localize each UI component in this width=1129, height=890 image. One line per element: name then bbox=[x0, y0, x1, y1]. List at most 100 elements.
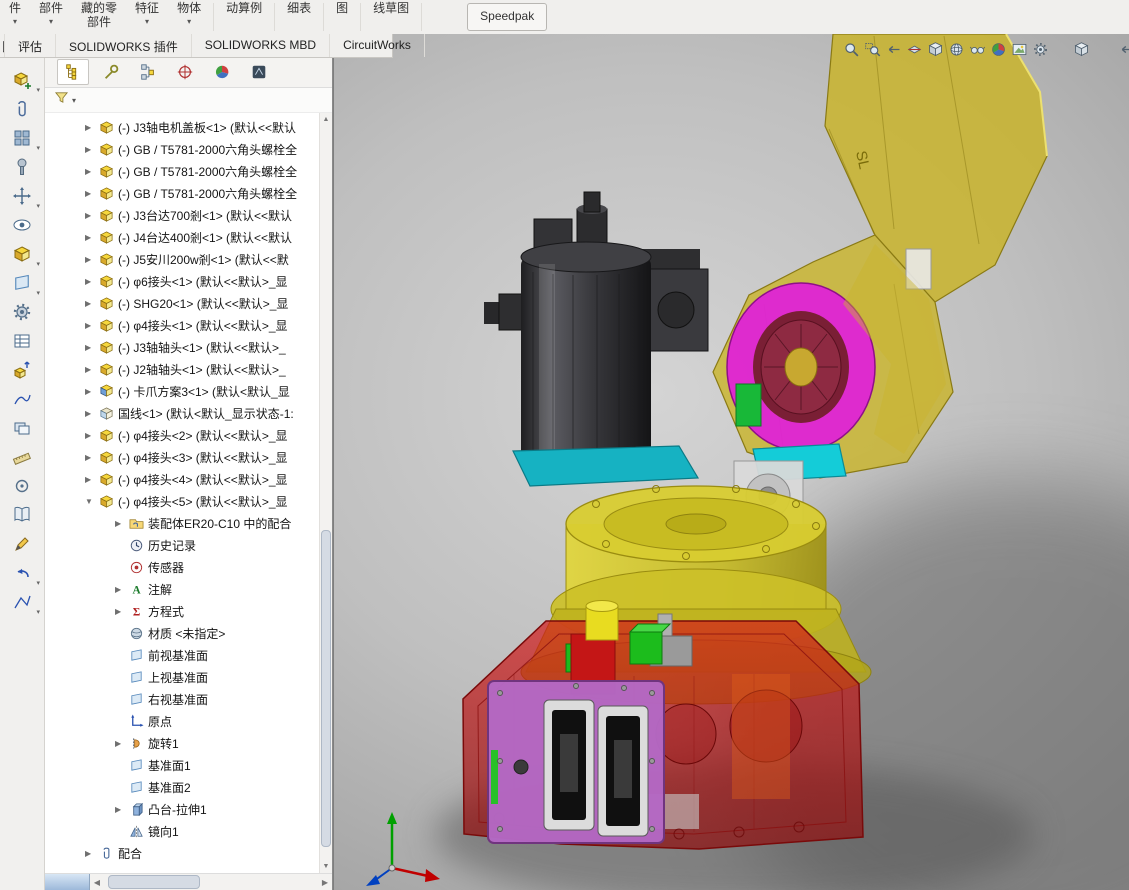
tree-item[interactable]: ▶ 国线<1> (默认<默认_显示状态-1: bbox=[45, 402, 320, 424]
tree-item[interactable]: ▶ (-) J2轴轴头<1> (默认<<默认>_ bbox=[45, 358, 320, 380]
tree-item[interactable]: ▶材质 <未指定> bbox=[45, 622, 320, 644]
expand-arrow-icon[interactable]: ▶ bbox=[85, 189, 98, 198]
configurationmanager-tab[interactable] bbox=[133, 60, 163, 84]
tree-item[interactable]: ▶ 凸台-拉伸1 bbox=[45, 798, 320, 820]
move-component-icon[interactable]: ▾ bbox=[4, 183, 40, 210]
expand-arrow-icon[interactable]: ▶ bbox=[85, 387, 98, 396]
tree-item[interactable]: ▶ 装配体ER20-C10 中的配合 bbox=[45, 512, 320, 534]
tree-item[interactable]: ▶ (-) SHG20<1> (默认<<默认>_显 bbox=[45, 292, 320, 314]
view-orientation-icon[interactable] bbox=[926, 40, 944, 58]
tree-item[interactable]: ▶ 配合 bbox=[45, 842, 320, 864]
scroll-thumb[interactable] bbox=[108, 875, 201, 889]
ribbon-item-4[interactable]: 特征 ▾ bbox=[126, 0, 168, 34]
expand-arrow-icon[interactable]: ▶ bbox=[85, 277, 98, 286]
expand-arrow-icon[interactable]: ▶ bbox=[85, 475, 98, 484]
insert-component-icon[interactable]: ▾ bbox=[4, 67, 40, 94]
tab-4[interactable]: SOLIDWORKS MBD bbox=[192, 34, 331, 57]
bill-of-materials-icon[interactable] bbox=[4, 328, 40, 354]
expand-arrow-icon[interactable]: ▶ bbox=[85, 255, 98, 264]
ribbon-item-6[interactable]: 动算例 bbox=[217, 0, 271, 34]
tree-item[interactable]: ▶ (-) J4台达400剎<1> (默认<<默认 bbox=[45, 226, 320, 248]
tab-2[interactable]: 评估 bbox=[5, 34, 57, 57]
hide-show-items-icon[interactable] bbox=[968, 40, 986, 58]
tree-item[interactable]: ▶前视基准面 bbox=[45, 644, 320, 666]
redo-sketch-icon[interactable]: ▾ bbox=[4, 589, 40, 616]
expand-arrow-icon[interactable]: ▶ bbox=[85, 453, 98, 462]
expand-arrow-icon[interactable]: ▶ bbox=[85, 145, 98, 154]
scroll-left-icon[interactable]: ◀ bbox=[90, 878, 104, 887]
propertymanager-tab[interactable] bbox=[96, 60, 126, 84]
green-bracket[interactable] bbox=[735, 383, 762, 427]
ribbon-item-2[interactable]: 部件 ▾ bbox=[30, 0, 72, 34]
tree-item[interactable]: ▶原点 bbox=[45, 710, 320, 732]
design-library-icon[interactable] bbox=[4, 502, 40, 528]
component-pattern-icon[interactable]: ▾ bbox=[4, 125, 40, 152]
tree-item[interactable]: ▶历史记录 bbox=[45, 534, 320, 556]
clearance-verification-icon[interactable] bbox=[4, 444, 40, 470]
tree-item[interactable]: ▶ 旋转1 bbox=[45, 732, 320, 754]
tree-item[interactable]: ▶镜向1 bbox=[45, 820, 320, 842]
tree-item[interactable]: ▶传感器 bbox=[45, 556, 320, 578]
expand-arrow-icon[interactable]: ▶ bbox=[85, 365, 98, 374]
tree-item[interactable]: ▶ (-) GB / T5781-2000六角头螺栓全 bbox=[45, 160, 320, 182]
dimxpert-tab[interactable] bbox=[170, 60, 200, 84]
tree-item[interactable]: ▶ (-) J5安川200w剎<1> (默认<<默 bbox=[45, 248, 320, 270]
display-style-icon[interactable] bbox=[947, 40, 965, 58]
ribbon-item-5[interactable]: 物体 ▾ bbox=[168, 0, 210, 34]
tree-item[interactable]: ▶ (-) 卡爪方案3<1> (默认<默认_显 bbox=[45, 380, 320, 402]
tree-item[interactable]: ▶上视基准面 bbox=[45, 666, 320, 688]
ribbon-item-3[interactable]: 藏的零 部件 bbox=[72, 0, 126, 34]
expand-arrow-icon[interactable]: ▶ bbox=[115, 739, 128, 748]
exploded-view-icon[interactable] bbox=[4, 357, 40, 383]
apply-scene-icon[interactable] bbox=[1010, 40, 1028, 58]
displaymanager-tab[interactable] bbox=[207, 60, 237, 84]
ribbon-item-7[interactable]: 细表 bbox=[278, 0, 320, 34]
tree-item[interactable]: ▶ Σ 方程式 bbox=[45, 600, 320, 622]
expand-arrow-icon[interactable]: ▶ bbox=[115, 585, 128, 594]
viewport-3d[interactable]: SL bbox=[333, 34, 1129, 890]
expand-arrow-icon[interactable]: ▼ bbox=[85, 497, 98, 506]
scroll-track[interactable] bbox=[320, 126, 332, 860]
expand-arrow-icon[interactable]: ▶ bbox=[85, 343, 98, 352]
expand-arrow-icon[interactable]: ▶ bbox=[85, 321, 98, 330]
expand-arrow-icon[interactable]: ▶ bbox=[85, 167, 98, 176]
expand-arrow-icon[interactable]: ▶ bbox=[115, 519, 128, 528]
robot-model[interactable]: SL bbox=[334, 34, 1129, 890]
electrical-panel[interactable] bbox=[487, 680, 665, 844]
tree-item[interactable]: ▶ (-) φ4接头<4> (默认<<默认>_显 bbox=[45, 468, 320, 490]
scroll-thumb[interactable] bbox=[321, 529, 331, 848]
undo-icon[interactable]: ▾ bbox=[4, 560, 40, 587]
expand-arrow-icon[interactable]: ▶ bbox=[115, 805, 128, 814]
view-settings-icon[interactable] bbox=[1031, 40, 1049, 58]
tree-vertical-scrollbar[interactable]: ▲ ▼ bbox=[319, 113, 332, 873]
tree-filter-row[interactable]: ▾ bbox=[45, 88, 332, 113]
previous-view-icon[interactable] bbox=[884, 40, 902, 58]
expand-arrow-icon[interactable]: ▶ bbox=[85, 431, 98, 440]
tree-item[interactable]: ▶ (-) φ4接头<1> (默认<<默认>_显 bbox=[45, 314, 320, 336]
hole-alignment-icon[interactable] bbox=[4, 473, 40, 499]
cam-tab[interactable] bbox=[244, 60, 274, 84]
tree-horizontal-scrollbar[interactable]: ◀ ▶ bbox=[45, 873, 332, 890]
tree-item[interactable]: ▶基准面2 bbox=[45, 776, 320, 798]
panel-splitter[interactable] bbox=[45, 874, 90, 890]
zoom-area-icon[interactable] bbox=[863, 40, 881, 58]
zoom-fit-icon[interactable] bbox=[842, 40, 860, 58]
tree-item[interactable]: ▶基准面1 bbox=[45, 754, 320, 776]
expand-arrow-icon[interactable]: ▶ bbox=[85, 123, 98, 132]
assembly-features-icon[interactable]: ▾ bbox=[4, 241, 40, 268]
ribbon-item-10[interactable]: Speedpak bbox=[467, 3, 548, 31]
tree-item[interactable]: ▶ (-) GB / T5781-2000六角头螺栓全 bbox=[45, 182, 320, 204]
expand-arrow-icon[interactable]: ▶ bbox=[85, 299, 98, 308]
tree-item[interactable]: ▶ (-) J3轴轴头<1> (默认<<默认>_ bbox=[45, 336, 320, 358]
ribbon-item-9[interactable]: 线草图 bbox=[364, 0, 418, 34]
tab-3[interactable]: SOLIDWORKS 插件 bbox=[56, 34, 192, 57]
tree-item[interactable]: ▶ A 注解 bbox=[45, 578, 320, 600]
tree-item[interactable]: ▶ (-) J3台达700剎<1> (默认<<默认 bbox=[45, 204, 320, 226]
featuremanager-tab[interactable] bbox=[57, 59, 89, 85]
tree-item[interactable]: ▶右视基准面 bbox=[45, 688, 320, 710]
servo-motor[interactable] bbox=[484, 191, 709, 487]
scroll-up-icon[interactable]: ▲ bbox=[323, 113, 330, 126]
tree-item[interactable]: ▶ (-) J3轴电机盖板<1> (默认<<默认 bbox=[45, 116, 320, 138]
section-view-icon[interactable] bbox=[905, 40, 923, 58]
tab-5[interactable]: CircuitWorks bbox=[330, 34, 425, 57]
